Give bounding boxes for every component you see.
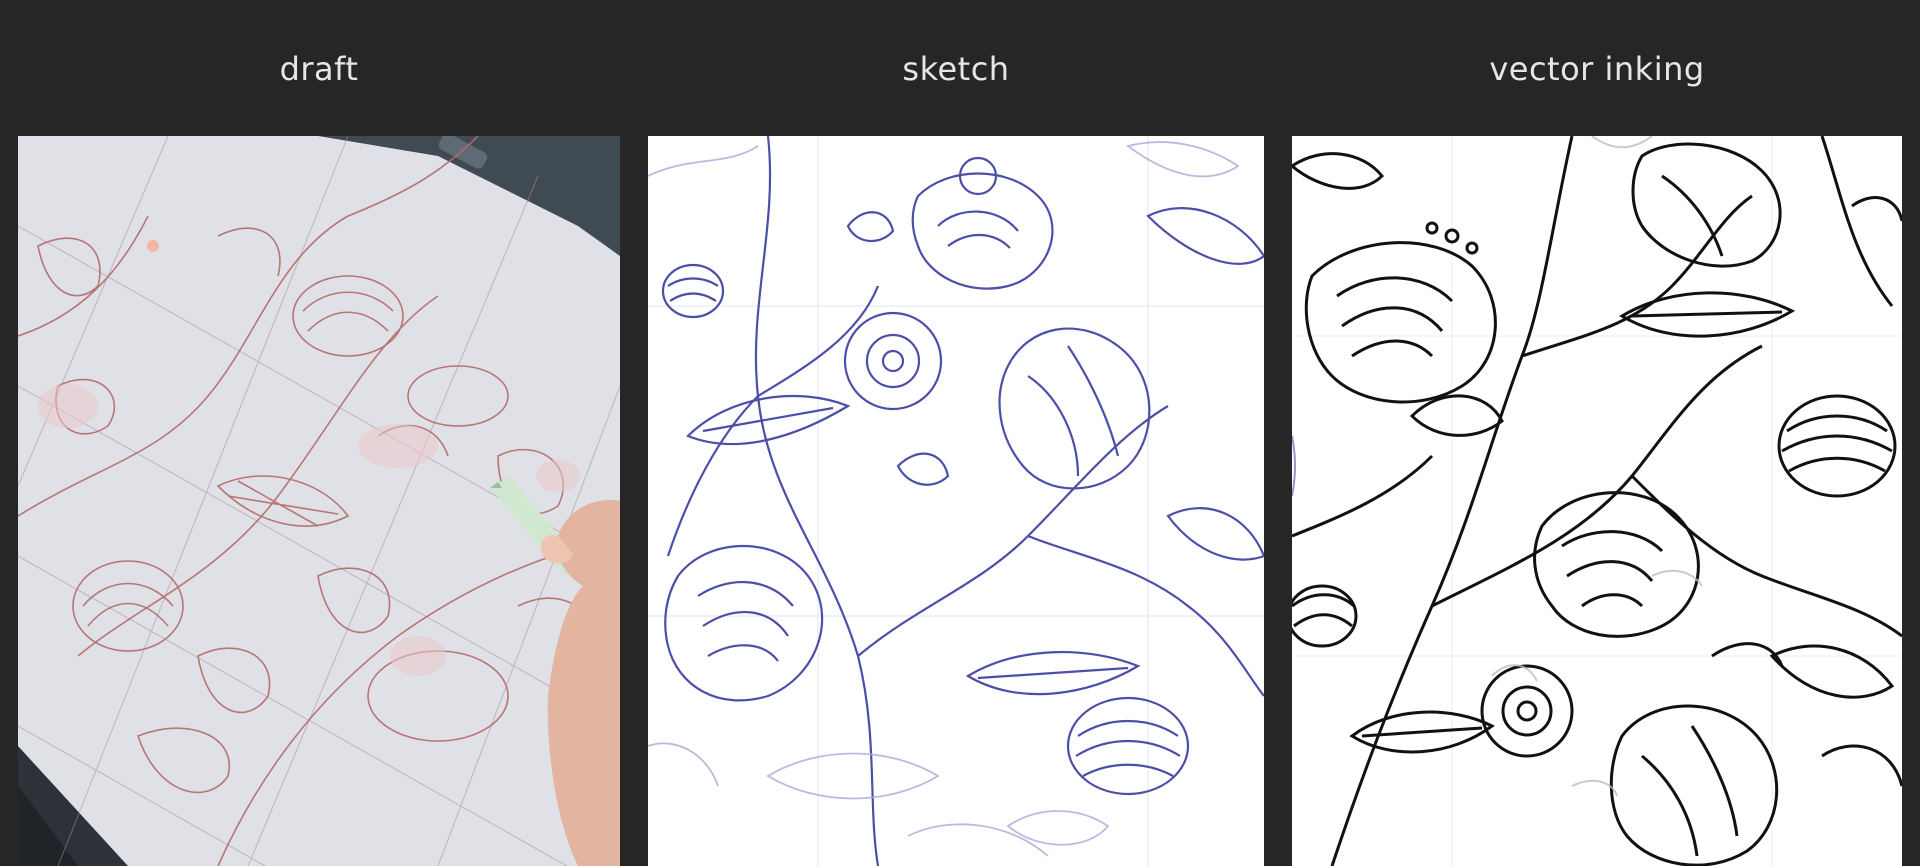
draft-illustration xyxy=(18,136,620,866)
panel-title-sketch: sketch xyxy=(902,50,1010,88)
comparison-stage: draft sketch vector inking xyxy=(0,0,1920,866)
vector-inking-image xyxy=(1292,136,1902,866)
sketch-image xyxy=(648,136,1264,866)
panel-title-draft: draft xyxy=(279,50,359,88)
draft-image xyxy=(18,136,620,866)
panel-title-vector-inking: vector inking xyxy=(1489,50,1705,88)
sketch-illustration xyxy=(648,136,1264,866)
vector-inking-illustration xyxy=(1292,136,1902,866)
